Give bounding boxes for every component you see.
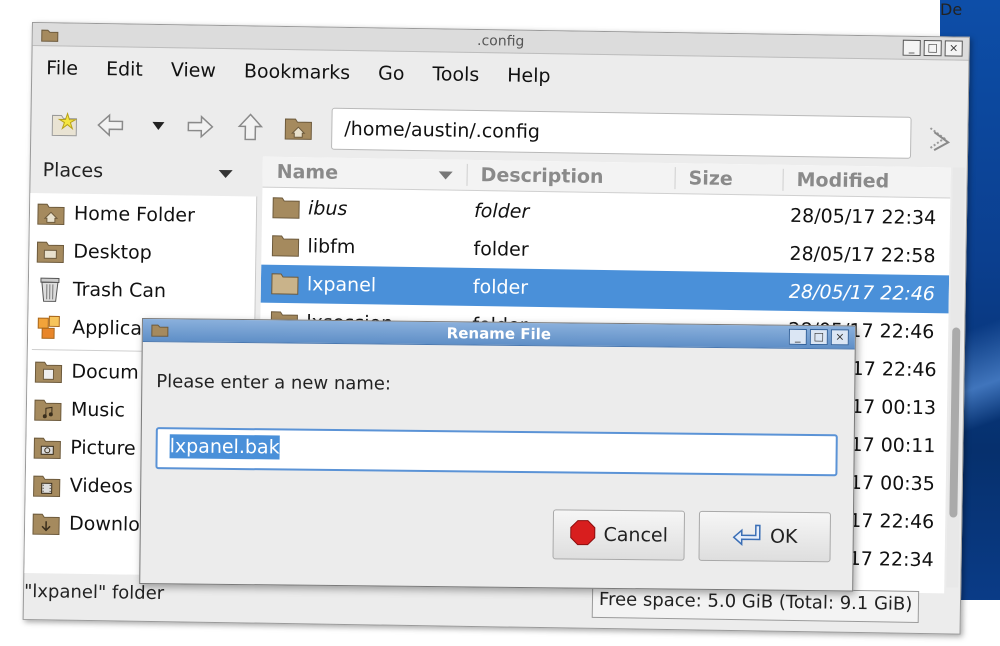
file-modified: 17 22:34 (848, 547, 934, 572)
forward-icon[interactable] (185, 111, 215, 141)
new-name-value: lxpanel.bak (169, 434, 280, 460)
menu-edit[interactable]: Edit (92, 52, 157, 83)
sidebar-item-label: Trash Can (72, 278, 167, 303)
up-icon[interactable] (235, 112, 265, 142)
file-modified: 17 22:46 (849, 509, 935, 534)
new-name-input[interactable]: lxpanel.bak (155, 427, 838, 477)
file-modified: 17 00:35 (849, 471, 936, 496)
sidebar-item-documents[interactable]: Docum (33, 353, 139, 391)
cancel-button[interactable]: Cancel (552, 509, 686, 561)
dialog-minimize-button[interactable]: _ (788, 328, 807, 345)
menu-bookmarks[interactable]: Bookmarks (230, 54, 365, 86)
ok-label: OK (769, 525, 798, 548)
home-icon[interactable] (283, 113, 313, 143)
sidebar-item-home[interactable]: Home Folder (36, 195, 195, 233)
trash-icon (35, 275, 65, 303)
folder-icon (271, 233, 300, 262)
sidebar-item-videos[interactable]: Videos (31, 467, 133, 505)
column-name[interactable]: Name (277, 161, 339, 184)
address-bar[interactable]: /home/austin/.config (331, 107, 912, 159)
dialog-maximize-button[interactable]: □ (809, 328, 828, 346)
cancel-label: Cancel (603, 523, 669, 547)
go-icon[interactable] (923, 123, 953, 153)
sidebar-item-desktop[interactable]: Desktop (35, 233, 152, 271)
file-description: folder (473, 199, 530, 223)
desktop-text: De (940, 0, 963, 19)
places-header[interactable]: Places (43, 159, 104, 182)
column-modified[interactable]: Modified (796, 169, 889, 192)
sidebar-item-label: Docum (71, 360, 139, 384)
sidebar-item-downloads[interactable]: Downlo (31, 505, 140, 543)
videos-folder-icon (32, 471, 62, 499)
file-description: folder (473, 237, 529, 261)
menu-view[interactable]: View (157, 53, 231, 84)
scrollbar-thumb[interactable] (949, 327, 961, 518)
new-tab-icon[interactable] (49, 109, 79, 139)
documents-folder-icon (33, 357, 63, 385)
menu-file[interactable]: File (32, 51, 92, 82)
file-modified: 17 00:13 (850, 395, 937, 420)
toolbar: /home/austin/.config (31, 89, 968, 164)
sidebar-item-music[interactable]: Music (33, 391, 126, 428)
sidebar-item-trash[interactable]: Trash Can (35, 271, 167, 309)
file-modified: 17 00:11 (850, 433, 936, 458)
applications-icon (34, 313, 64, 341)
dialog-title: Rename File (446, 324, 552, 344)
home-folder-icon (36, 199, 66, 227)
enter-arrow-icon (732, 522, 762, 551)
dialog-close-button[interactable]: × (830, 329, 849, 346)
sidebar-item-label: Applica (72, 316, 143, 340)
folder-icon (271, 271, 299, 300)
column-separator (466, 163, 468, 186)
dialog-prompt: Please enter a new name: (156, 371, 392, 395)
menu-tools[interactable]: Tools (418, 57, 493, 88)
back-icon[interactable] (95, 110, 125, 140)
sidebar-item-label: Home Folder (73, 202, 196, 227)
file-modified: 28/05/17 22:34 (789, 204, 937, 230)
window-title: .config (476, 32, 525, 50)
file-name: libfm (307, 235, 356, 259)
pictures-folder-icon (32, 433, 62, 461)
minimize-button[interactable]: _ (902, 39, 921, 56)
menu-go[interactable]: Go (364, 56, 419, 87)
selection-status: "lxpanel" folder (23, 580, 165, 605)
file-name: lxpanel (306, 273, 377, 297)
sidebar-item-label: Videos (69, 474, 134, 498)
file-modified: 28/05/17 22:46 (788, 280, 936, 306)
ok-button[interactable]: OK (698, 510, 832, 563)
history-dropdown-icon[interactable] (143, 111, 173, 141)
column-description[interactable]: Description (480, 164, 603, 188)
rename-file-dialog: Rename File _ □ × Please enter a new nam… (139, 318, 856, 592)
music-folder-icon (33, 395, 63, 423)
downloads-folder-icon (31, 509, 61, 537)
dialog-titlebar[interactable]: Rename File _ □ × (142, 319, 855, 350)
file-modified: 17 22:46 (851, 357, 937, 382)
sidebar-item-pictures[interactable]: Picture (32, 429, 136, 467)
sort-arrow-icon (438, 171, 453, 180)
places-dropdown-icon[interactable] (218, 169, 233, 179)
sidebar-item-label: Desktop (73, 240, 152, 264)
menu-bar: File Edit View Bookmarks Go Tools Help (32, 51, 565, 89)
column-size[interactable]: Size (688, 167, 732, 190)
sidebar-item-label: Downlo (68, 512, 141, 536)
maximize-button[interactable]: □ (923, 40, 942, 57)
menu-help[interactable]: Help (493, 58, 565, 89)
free-space-status: Free space: 5.0 GiB (Total: 9.1 GiB) (591, 585, 920, 624)
column-separator (782, 168, 784, 191)
dialog-window-controls: _ □ × (788, 328, 849, 346)
sidebar-item-label: Music (70, 398, 126, 422)
sidebar-item-applications[interactable]: Applica (34, 309, 142, 347)
folder-icon (272, 195, 300, 224)
file-modified: 28/05/17 22:58 (789, 242, 936, 268)
file-name: ibus (307, 197, 348, 220)
sidebar-item-label: Picture (70, 436, 136, 460)
column-separator (674, 167, 676, 190)
window-controls: _ □ × (902, 39, 963, 57)
stop-icon (569, 519, 596, 550)
close-button[interactable]: × (944, 40, 963, 57)
desktop-folder-icon (35, 237, 65, 265)
file-description: folder (472, 275, 529, 299)
